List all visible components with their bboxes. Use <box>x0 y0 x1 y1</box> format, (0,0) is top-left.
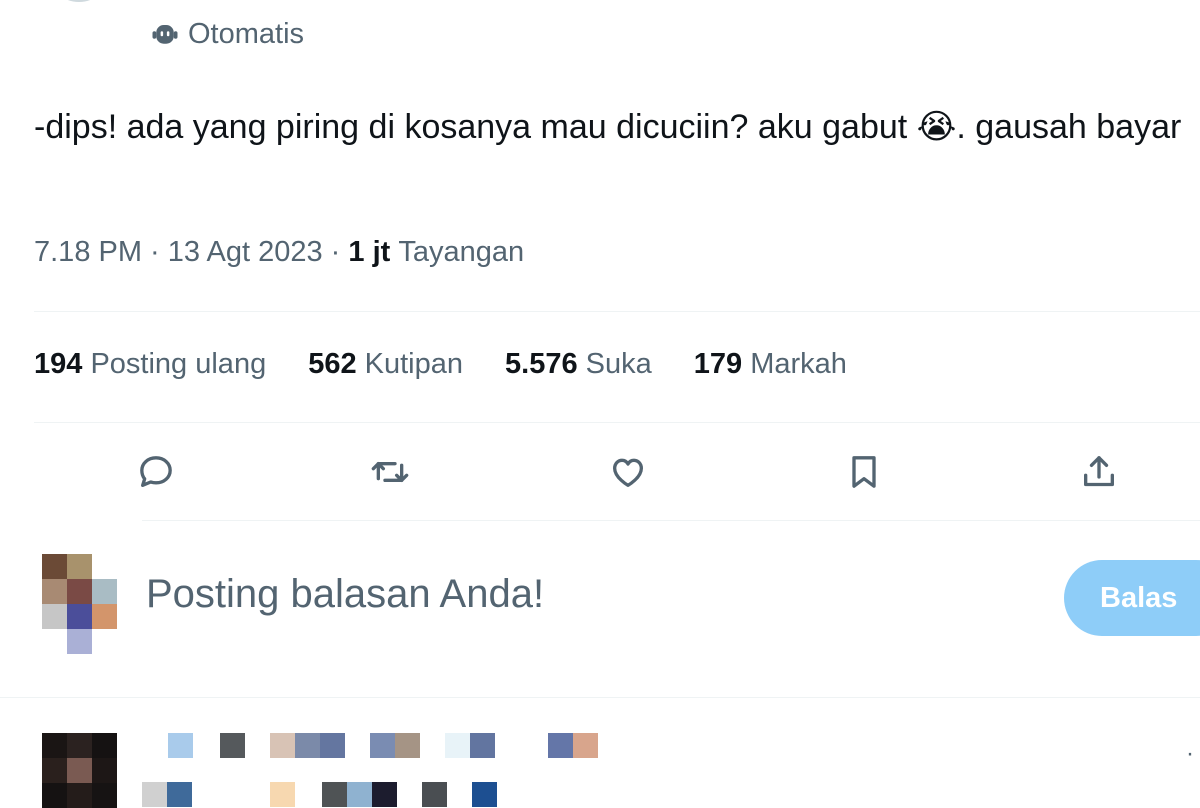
bookmark-button[interactable] <box>842 450 886 494</box>
retweet-icon <box>371 462 409 482</box>
views-label: Tayangan <box>398 236 525 268</box>
reply-icon <box>140 456 172 487</box>
reply-input[interactable] <box>146 572 1006 617</box>
robot-icon <box>150 20 180 50</box>
share-button[interactable] <box>1077 450 1121 494</box>
reply-author-name[interactable] <box>168 733 608 758</box>
engagement-stats: 194 Posting ulang 562 Kutipan 5.576 Suka… <box>34 348 889 381</box>
bookmark-icon <box>852 456 876 488</box>
stat-likes[interactable]: 5.576 Suka <box>505 348 652 381</box>
reply-author-avatar[interactable] <box>42 733 118 808</box>
tweet-text: -dips! ada yang piring di kosanya mau di… <box>34 108 1182 146</box>
stat-bookmarks[interactable]: 179 Markah <box>694 348 847 381</box>
share-icon <box>1084 456 1114 487</box>
divider <box>142 520 1200 521</box>
views-count: 1 jt <box>348 236 391 268</box>
like-icon <box>613 458 643 487</box>
divider <box>34 311 1200 312</box>
meta-separator: · <box>142 236 168 268</box>
more-icon[interactable]: · <box>1186 740 1194 768</box>
automated-account-label[interactable]: Otomatis <box>150 18 304 51</box>
author-avatar[interactable] <box>48 0 110 2</box>
user-avatar[interactable] <box>42 554 118 658</box>
reply-submit-button[interactable]: Balas <box>1064 560 1200 636</box>
divider <box>0 697 1200 698</box>
automated-label-text: Otomatis <box>188 18 305 50</box>
meta-separator: · <box>322 236 349 268</box>
tweet-date[interactable]: 13 Agt 2023 <box>168 236 323 269</box>
stat-quotes[interactable]: 562 Kutipan <box>308 348 463 381</box>
tweet-metadata: 7.18 PM · 13 Agt 2023 · 1 jt Tayangan <box>34 236 524 269</box>
reply-text-fragment <box>142 782 502 807</box>
stat-reposts[interactable]: 194 Posting ulang <box>34 348 266 381</box>
tweet-time[interactable]: 7.18 PM <box>34 236 142 269</box>
reply-button[interactable] <box>134 450 178 494</box>
like-button[interactable] <box>606 450 650 494</box>
divider <box>34 422 1200 423</box>
retweet-button[interactable] <box>368 450 412 494</box>
